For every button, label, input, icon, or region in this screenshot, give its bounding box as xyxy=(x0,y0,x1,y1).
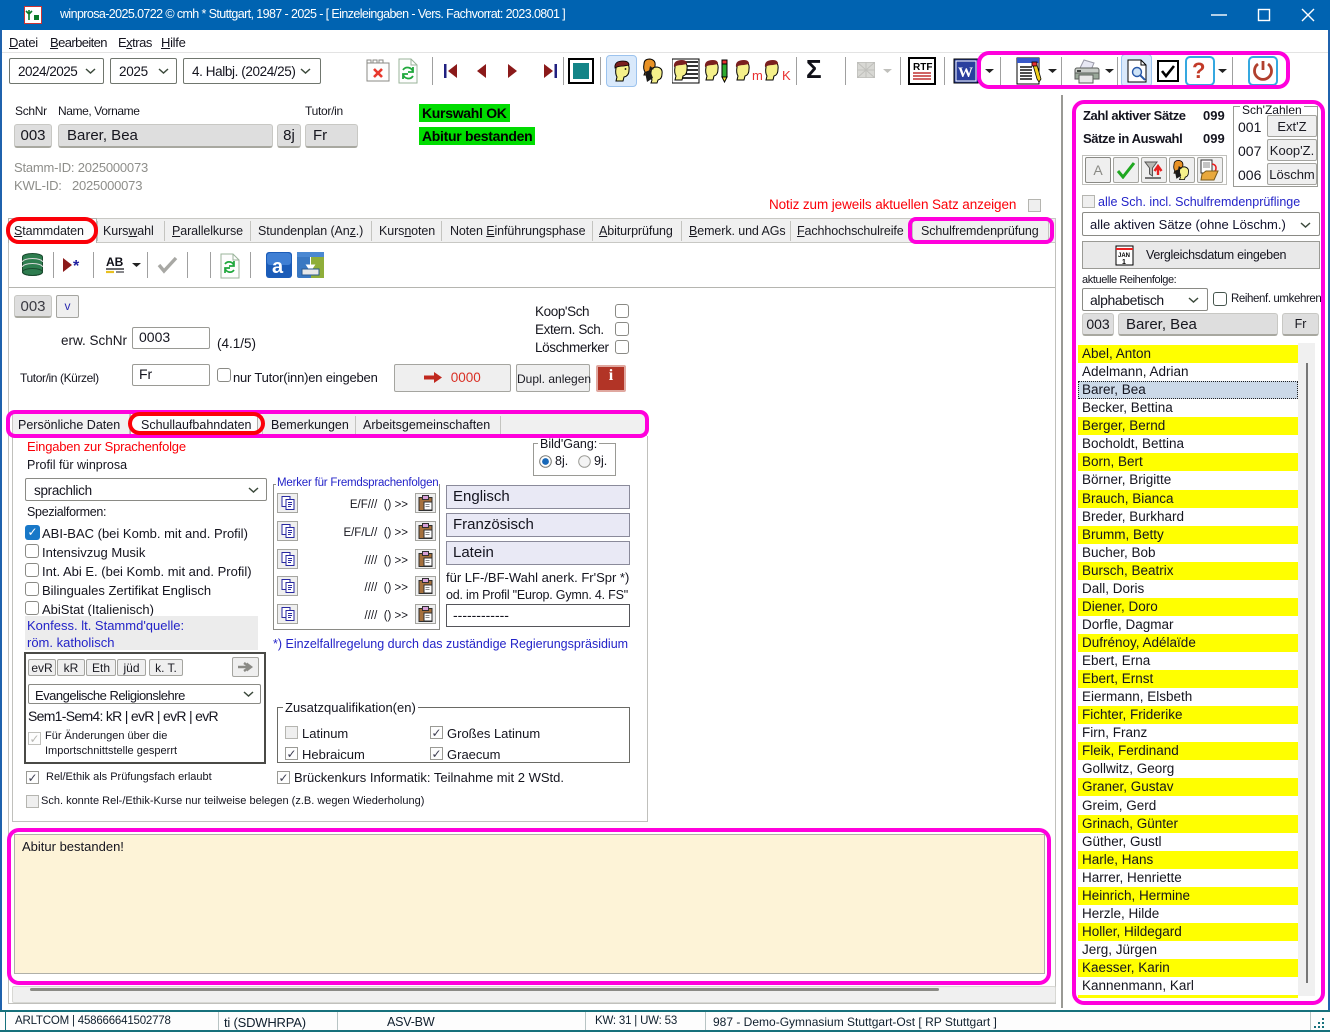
svg-text:K: K xyxy=(782,68,791,83)
svg-text:W: W xyxy=(958,65,973,81)
svg-text:m: m xyxy=(752,68,763,83)
svg-text:RTF: RTF xyxy=(913,62,932,73)
